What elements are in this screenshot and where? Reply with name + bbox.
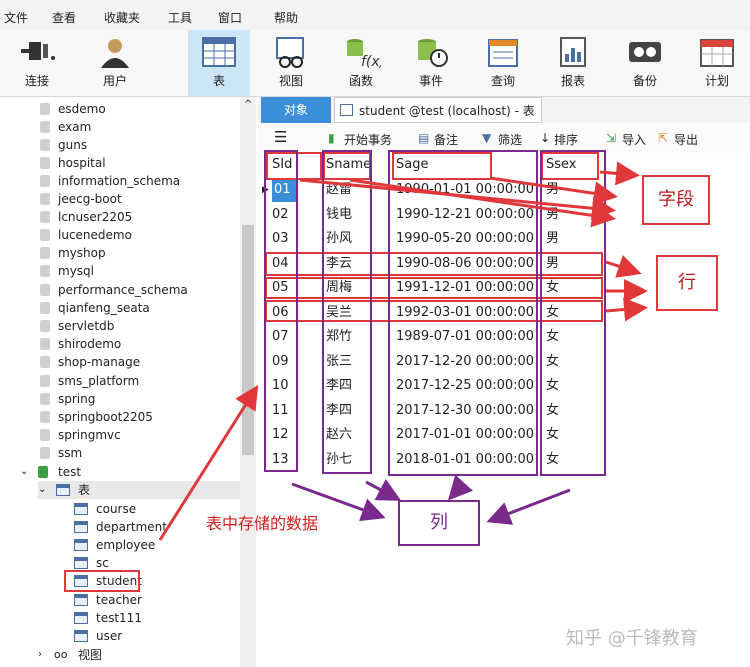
watermark: 知乎 @千锋教育: [566, 628, 698, 649]
annotation-arrows: [158, 161, 648, 541]
